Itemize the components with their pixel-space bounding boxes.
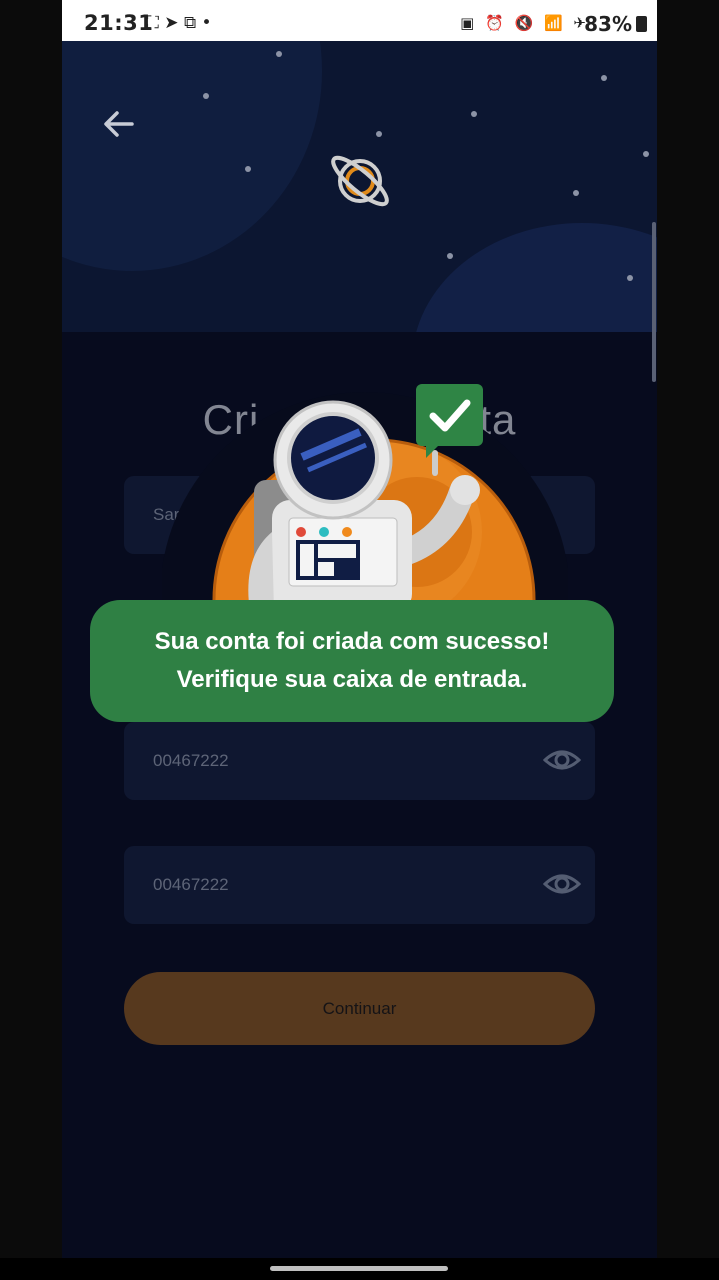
header-space-banner	[62, 41, 657, 332]
battery-icon	[636, 16, 647, 32]
star	[447, 253, 453, 259]
success-check-badge	[416, 384, 483, 458]
star	[627, 275, 633, 281]
astronaut-planet-illustration	[162, 392, 568, 612]
app-screen: 21:31 ⛶ ➤ ⧉ • ▣ ⏰ 🔇 📶 ✈ 83% Cri ta Sar 0…	[62, 0, 657, 1280]
status-time: 21:31	[84, 11, 154, 35]
status-system-icons: ▣ ⏰ 🔇 📶 ✈	[460, 14, 589, 32]
back-arrow-icon[interactable]	[102, 109, 136, 145]
battery-percent: 83%	[584, 12, 632, 36]
status-bar: 21:31 ⛶ ➤ ⧉ • ▣ ⏰ 🔇 📶 ✈ 83%	[62, 0, 657, 41]
status-notification-icons: ⛶ ➤ ⧉ •	[147, 13, 212, 33]
star	[643, 151, 649, 157]
star	[471, 111, 477, 117]
checkmark-icon	[429, 399, 471, 432]
success-toast: Sua conta foi criada com sucesso! Verifi…	[90, 600, 614, 722]
scrollbar[interactable]	[652, 222, 656, 382]
star	[601, 75, 607, 81]
planet-icon	[331, 155, 389, 207]
star	[276, 51, 282, 57]
home-gesture-handle[interactable]	[270, 1266, 448, 1271]
star	[203, 93, 209, 99]
star	[376, 131, 382, 137]
toast-line-2: Verifique sua caixa de entrada.	[176, 666, 528, 693]
star	[573, 190, 579, 196]
planet-shape-right	[412, 223, 657, 332]
toast-line-1: Sua conta foi criada com sucesso!	[154, 628, 550, 655]
star	[245, 166, 251, 172]
planet-shape-left	[62, 41, 322, 271]
